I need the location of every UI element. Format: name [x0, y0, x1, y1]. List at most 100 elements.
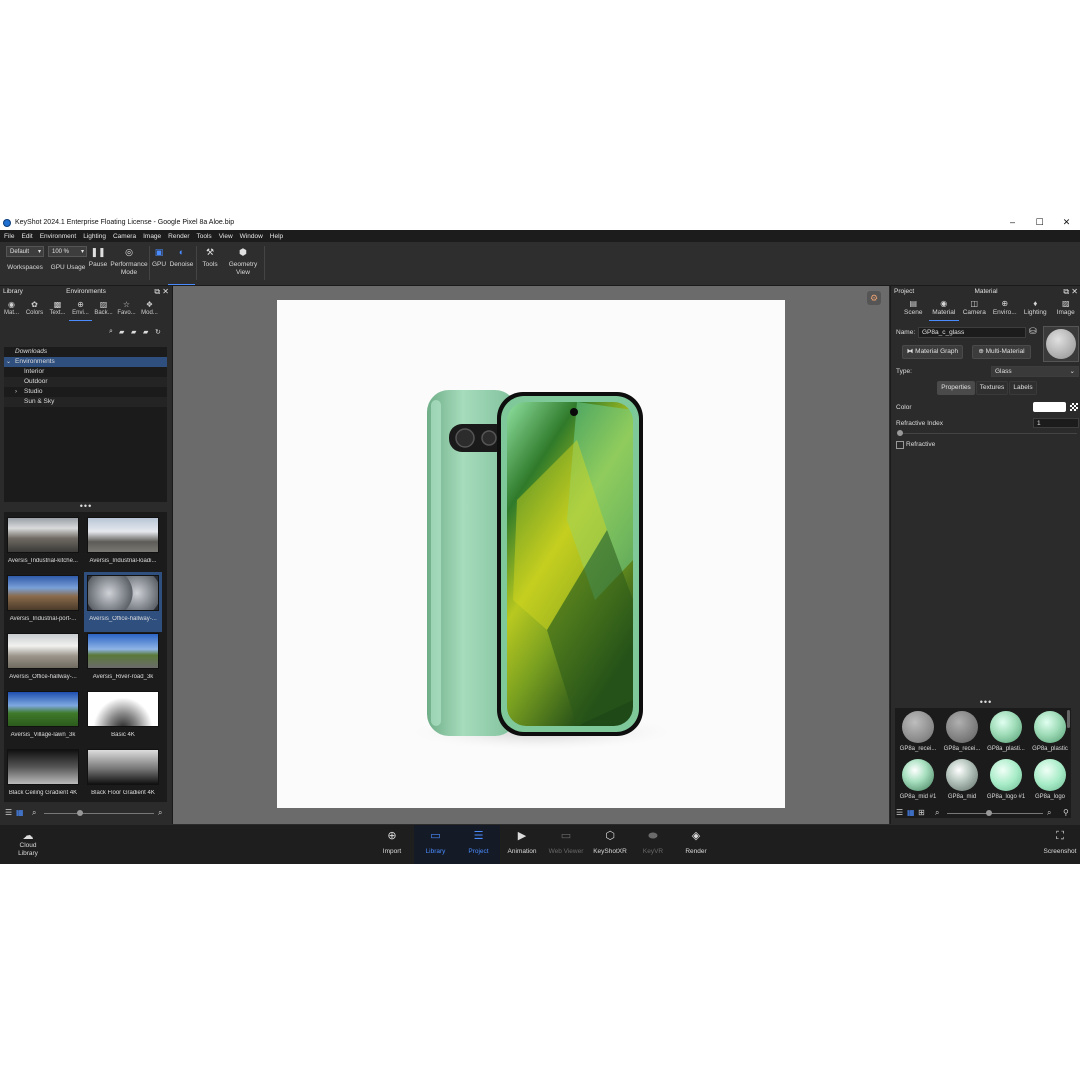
gpu-toggle[interactable]: ▣ GPU	[150, 242, 168, 285]
tree-item-studio[interactable]: › Studio	[4, 387, 167, 397]
material-swatch[interactable]: GP8a_plastic	[1028, 711, 1072, 752]
keyvr-button[interactable]: ⬬ KeyVR	[632, 825, 674, 864]
list-view-icon[interactable]: ☰	[896, 808, 903, 817]
material-swatch[interactable]: GP8a_plasti...	[984, 711, 1028, 752]
tree-item-interior[interactable]: Interior	[4, 367, 167, 377]
refractive-index-field[interactable]: 1	[1033, 418, 1079, 428]
close-window-button[interactable]: ✕	[1053, 215, 1080, 230]
slider-handle[interactable]	[77, 810, 83, 816]
texture-map-icon[interactable]	[1070, 403, 1078, 411]
maximize-button[interactable]: ☐	[1026, 215, 1053, 230]
library-button[interactable]: ▭ Library	[414, 825, 457, 864]
splitter-handle[interactable]: •••	[0, 502, 172, 511]
zoom-out-icon[interactable]: ⌕	[935, 808, 939, 818]
menu-file[interactable]: File	[4, 233, 14, 240]
tab-textures[interactable]: ▩ Text...	[46, 297, 69, 321]
render-canvas[interactable]	[277, 300, 785, 808]
material-preview[interactable]	[1043, 326, 1079, 362]
material-swatch[interactable]: GP8a_mid	[940, 759, 984, 800]
thumbnail-size-slider[interactable]	[44, 813, 154, 814]
env-thumbnail[interactable]: Aversis_Village-lawn_3k	[4, 691, 82, 743]
material-graph-button[interactable]: ⧓ Material Graph	[902, 345, 963, 359]
slider-handle[interactable]	[897, 430, 903, 436]
folder-remove-icon[interactable]: ▰	[143, 328, 148, 336]
render-viewport[interactable]: ⚙	[173, 286, 889, 824]
tab-materials[interactable]: ◉ Mat...	[0, 297, 23, 321]
menu-lighting[interactable]: Lighting	[83, 233, 106, 240]
keyshotxr-button[interactable]: ⬡ KeyShotXR	[588, 825, 632, 864]
tab-favorites[interactable]: ☆ Favo...	[115, 297, 138, 321]
tab-colors[interactable]: ✿ Colors	[23, 297, 46, 321]
menu-render[interactable]: Render	[168, 233, 189, 240]
hierarchy-view-icon[interactable]: ⊞	[918, 808, 925, 817]
menu-image[interactable]: Image	[143, 233, 161, 240]
slider-handle[interactable]	[986, 810, 992, 816]
material-type-select[interactable]: Glass ⌄	[991, 366, 1079, 377]
tree-item-outdoor[interactable]: Outdoor	[4, 377, 167, 387]
tree-item-downloads[interactable]: Downloads	[4, 347, 167, 357]
color-swatch[interactable]	[1033, 402, 1066, 412]
web-viewer-button[interactable]: ▭ Web Viewer	[544, 825, 588, 864]
grid-view-icon[interactable]: ▦	[16, 808, 24, 817]
menu-view[interactable]: View	[219, 233, 233, 240]
denoise-toggle[interactable]: ◐ Denoise	[168, 242, 195, 285]
geometry-view-button[interactable]: ⬢ Geometry View	[224, 242, 262, 285]
tab-models[interactable]: ❖ Mod...	[138, 297, 161, 321]
zoom-in-icon[interactable]: ⌕	[158, 808, 162, 818]
material-swatch[interactable]: GP8a_logo	[1028, 759, 1072, 800]
refractive-index-slider[interactable]	[899, 433, 1077, 434]
material-swatch[interactable]: GP8a_mid #1	[896, 759, 940, 800]
minimize-button[interactable]: –	[999, 215, 1026, 230]
subtab-textures[interactable]: Textures	[976, 381, 1008, 395]
scrollbar[interactable]	[1067, 710, 1070, 728]
multi-material-button[interactable]: ⊕ Multi-Material	[972, 345, 1031, 359]
menu-environment[interactable]: Environment	[40, 233, 77, 240]
chevron-right-icon[interactable]: ›	[15, 387, 17, 397]
material-swatch[interactable]: GP8a_recei...	[940, 711, 984, 752]
workspace-select[interactable]: Default ▾	[6, 246, 44, 257]
grid-view-icon[interactable]: ▦	[907, 808, 915, 817]
menu-tools[interactable]: Tools	[197, 233, 212, 240]
close-panel-icon[interactable]: ✕	[162, 287, 169, 296]
search-icon[interactable]: ⌕	[109, 328, 113, 336]
subtab-properties[interactable]: Properties	[937, 381, 975, 395]
tab-camera[interactable]: ◫ Camera	[959, 297, 990, 321]
env-thumbnail[interactable]: Aversis_Office-hallway-...	[4, 633, 82, 685]
save-material-icon[interactable]: ⛁	[1029, 326, 1037, 337]
env-thumbnail-selected[interactable]: Aversis_Office-hallway-...	[84, 572, 162, 632]
material-swatch[interactable]: GP8a_recei...	[896, 711, 940, 752]
gpu-usage-button[interactable]: GPU Usage	[48, 261, 88, 281]
tab-backplates[interactable]: ▨ Back...	[92, 297, 115, 321]
close-panel-icon[interactable]: ✕	[1071, 287, 1078, 296]
animation-button[interactable]: ▶ Animation	[500, 825, 544, 864]
import-button[interactable]: ⊕ Import	[370, 825, 414, 864]
env-thumbnail[interactable]: Aversis_Industrial-port-...	[4, 575, 82, 627]
tab-image[interactable]: ▨ Image	[1051, 297, 1080, 321]
popout-icon[interactable]: ⧉	[1063, 287, 1069, 296]
pause-button[interactable]: ❚❚ Pause	[87, 242, 109, 285]
tab-lighting[interactable]: ♦ Lighting	[1020, 297, 1051, 321]
env-thumbnail[interactable]: Black Floor Gradient 4K	[84, 749, 162, 801]
zoom-in-icon[interactable]: ⌕	[1047, 808, 1051, 818]
tab-environments[interactable]: ⊕ Envi...	[69, 297, 92, 321]
zoom-select[interactable]: 100 % ▾	[48, 246, 87, 257]
render-button[interactable]: ◈ Render	[674, 825, 718, 864]
env-thumbnail[interactable]: Aversis_River-road_3k	[84, 633, 162, 685]
env-thumbnail[interactable]: Aversis_Industrial-kitche...	[4, 517, 82, 569]
menu-camera[interactable]: Camera	[113, 233, 136, 240]
env-thumbnail[interactable]: Black Ceiling Gradient 4K	[4, 749, 82, 801]
render-settings-icon[interactable]: ⚙	[867, 291, 881, 305]
menu-window[interactable]: Window	[240, 233, 263, 240]
material-name-field[interactable]: GP8a_c_glass	[918, 327, 1026, 338]
refresh-icon[interactable]: ↻	[155, 328, 161, 336]
filter-icon[interactable]: ⚲	[1063, 808, 1069, 817]
popout-icon[interactable]: ⧉	[154, 287, 160, 296]
project-button[interactable]: ☰ Project	[457, 825, 500, 864]
cloud-library-button[interactable]: ☁ Cloud Library	[8, 825, 48, 864]
tab-material[interactable]: ◉ Material	[928, 297, 959, 321]
material-swatch[interactable]: GP8a_logo #1	[984, 759, 1028, 800]
splitter-handle[interactable]: •••	[891, 698, 1080, 707]
tab-scene[interactable]: ▤ Scene	[898, 297, 929, 321]
env-thumbnail[interactable]: Basic 4K	[84, 691, 162, 743]
tab-environment[interactable]: ⊕ Enviro...	[990, 297, 1021, 321]
